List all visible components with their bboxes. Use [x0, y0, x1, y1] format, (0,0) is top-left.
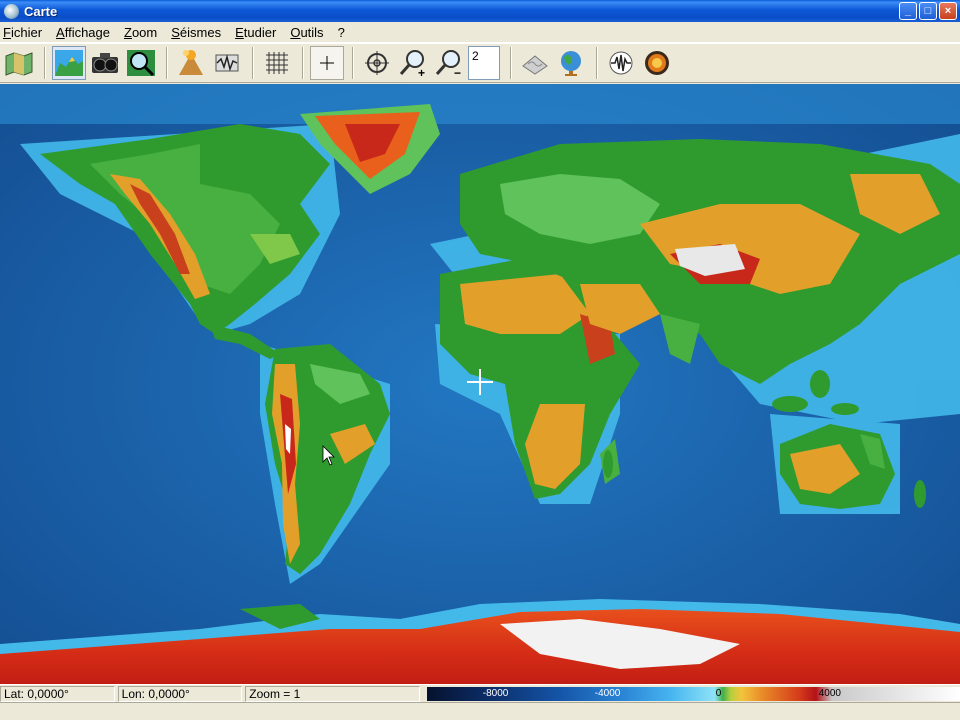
- target-icon: [365, 51, 389, 75]
- grid-button[interactable]: [260, 46, 294, 80]
- close-button[interactable]: ×: [939, 2, 957, 20]
- wave-icon: [522, 55, 548, 75]
- globe-button[interactable]: [554, 46, 588, 80]
- svg-text:−: −: [454, 66, 461, 78]
- menu-bar: Fichier Affichage Zoom Séismes Etudier O…: [0, 22, 960, 43]
- menu-etudier[interactable]: Etudier: [232, 25, 283, 40]
- latitude-readout: Lat: 0,0000°: [0, 685, 115, 702]
- toolbar-separator: [44, 47, 46, 79]
- toolbar-separator: [166, 47, 168, 79]
- status-bar: Lat: 0,0000° Lon: 0,0000° Zoom = 1 -8000…: [0, 684, 960, 702]
- arctic-ocean: [0, 84, 960, 124]
- magnifier-button[interactable]: [124, 46, 158, 80]
- earth-core-button[interactable]: [640, 46, 674, 80]
- window-title: Carte: [24, 3, 58, 19]
- menu-outils[interactable]: Outils: [287, 25, 330, 40]
- toolbar-separator: [510, 47, 512, 79]
- map-canvas[interactable]: [0, 84, 960, 684]
- terrain-view-button[interactable]: [52, 46, 86, 80]
- maximize-button[interactable]: □: [919, 2, 937, 20]
- bottom-strip: [0, 702, 960, 720]
- camera-icon: [92, 53, 118, 73]
- menu-help[interactable]: ?: [335, 25, 352, 40]
- toolbar-separator: [252, 47, 254, 79]
- window-controls: _ □ ×: [899, 2, 957, 20]
- minimize-button[interactable]: _: [899, 2, 917, 20]
- map-icon: [5, 52, 33, 76]
- seismograph-icon: [215, 54, 239, 72]
- longitude-readout: Lon: 0,0000°: [117, 685, 243, 702]
- title-bar: Carte _ □ ×: [0, 0, 960, 22]
- world-relief-map[interactable]: [0, 84, 960, 684]
- seismic-wave-button[interactable]: [604, 46, 638, 80]
- zoom-out-button[interactable]: −: [432, 46, 466, 80]
- svg-text:+: +: [418, 66, 425, 78]
- camera-button[interactable]: [88, 46, 122, 80]
- toolbar-separator: [352, 47, 354, 79]
- menu-affichage[interactable]: Affichage: [53, 25, 117, 40]
- zoom-readout: Zoom = 1: [245, 685, 420, 702]
- zoom-out-icon: −: [435, 50, 461, 78]
- terrain-view-icon: [55, 50, 83, 76]
- toolbar-separator: [302, 47, 304, 79]
- menu-fichier[interactable]: Fichier: [0, 25, 49, 40]
- crosshair-icon: [320, 56, 334, 70]
- target-button[interactable]: [360, 46, 394, 80]
- scale-label: 0: [715, 687, 722, 699]
- app-icon: [4, 3, 19, 19]
- menu-seismes[interactable]: Séismes: [168, 25, 228, 40]
- zoom-level-input[interactable]: 2: [468, 46, 500, 80]
- toolbar: + − 2: [0, 43, 960, 83]
- map-button[interactable]: [2, 46, 36, 80]
- volcano-icon: [179, 50, 203, 75]
- volcano-button[interactable]: [174, 46, 208, 80]
- globe-icon: [561, 51, 581, 76]
- scale-label: -8000: [482, 687, 509, 699]
- seismic-wave-icon: [609, 51, 633, 75]
- scale-label: -4000: [594, 687, 621, 699]
- magnifier-icon: [127, 50, 155, 77]
- seismograph-button[interactable]: [210, 46, 244, 80]
- elevation-color-scale: -8000 -4000 0 4000: [426, 686, 960, 701]
- wave-button[interactable]: [518, 46, 552, 80]
- earth-core-icon: [645, 51, 669, 75]
- crosshair-button[interactable]: [310, 46, 344, 80]
- zoom-in-icon: +: [399, 50, 425, 78]
- zoom-in-button[interactable]: +: [396, 46, 430, 80]
- scale-label: 4000: [818, 687, 841, 699]
- grid-icon: [266, 52, 288, 74]
- toolbar-separator: [596, 47, 598, 79]
- menu-zoom[interactable]: Zoom: [121, 25, 164, 40]
